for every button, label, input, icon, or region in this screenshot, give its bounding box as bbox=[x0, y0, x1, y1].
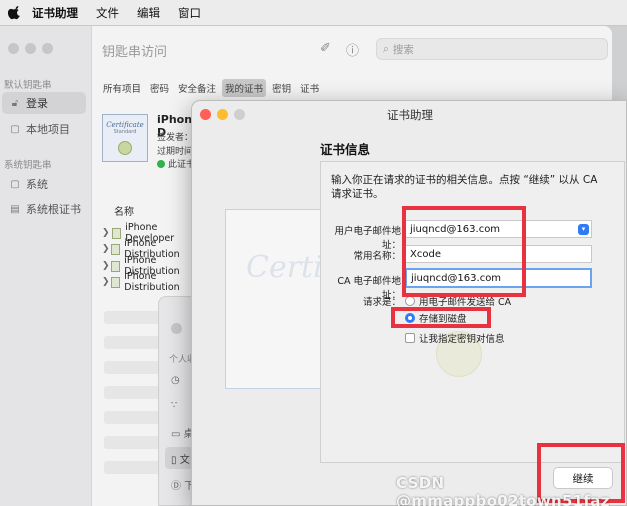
option-key-pair[interactable]: 让我指定密钥对信息 bbox=[405, 331, 505, 345]
sidebar-item-label: 本地项目 bbox=[26, 123, 70, 136]
sidebar-item-label: 登录 bbox=[26, 97, 48, 110]
sidebar-item-label: 系统根证书 bbox=[26, 203, 81, 216]
minimize-button[interactable] bbox=[25, 43, 36, 54]
close-button[interactable] bbox=[8, 43, 19, 54]
request-label: 请求是： bbox=[362, 297, 401, 308]
form-description: 输入你正在请求的证书的相关信息。点按 “继续” 以从 CA 请求证书。 bbox=[331, 174, 598, 200]
watermark-text: CSDN @mmappbo02town51faz bbox=[396, 474, 610, 506]
sidebar-section-default: 默认钥匙串 bbox=[4, 80, 52, 91]
finder-window-controls bbox=[171, 323, 182, 334]
apps-icon[interactable]: ∵ bbox=[171, 400, 177, 411]
certificate-icon bbox=[111, 260, 121, 272]
category-tabs: 所有项目 密码 安全备注 我的证书 密钥 证书 bbox=[100, 79, 322, 97]
seal-icon bbox=[118, 141, 132, 155]
sidebar-item-system-roots[interactable]: ▤ 系统根证书 bbox=[2, 198, 86, 220]
edit-icon[interactable]: ✐ bbox=[320, 41, 331, 56]
check-circle-icon bbox=[157, 159, 165, 168]
keychain-window-controls bbox=[8, 43, 53, 54]
clock-icon[interactable]: ◷ bbox=[171, 375, 180, 386]
menu-window[interactable]: 窗口 bbox=[178, 5, 201, 21]
building-icon: ▤ bbox=[10, 203, 20, 215]
certificate-icon bbox=[111, 227, 122, 239]
close-button[interactable] bbox=[171, 323, 182, 334]
tab-secure-notes[interactable]: 安全备注 bbox=[175, 79, 219, 97]
menu-bar: 证书助理 文件 编辑 窗口 bbox=[0, 0, 627, 26]
chevron-right-icon[interactable]: ❯ bbox=[102, 244, 111, 254]
sidebar-section-system: 系统钥匙串 bbox=[4, 160, 52, 171]
search-icon: ⌕ bbox=[383, 42, 389, 55]
zoom-button[interactable] bbox=[42, 43, 53, 54]
menu-app[interactable]: 证书助理 bbox=[32, 5, 78, 21]
tab-my-certificates[interactable]: 我的证书 bbox=[222, 79, 267, 97]
certificate-thumb-subtitle: Standard bbox=[113, 129, 137, 135]
finder-item-label: 文 bbox=[179, 455, 190, 466]
chevron-right-icon[interactable]: ❯ bbox=[102, 261, 111, 271]
certificate-thumb-title: Certificate bbox=[106, 121, 144, 129]
tab-all-items[interactable]: 所有项目 bbox=[100, 79, 144, 97]
section-heading: 证书信息 bbox=[320, 142, 371, 157]
lock-open-icon: 🔓︎ bbox=[11, 97, 19, 109]
search-field[interactable]: ⌕ 搜索 bbox=[376, 38, 608, 60]
email-label: 用户电子邮件地址： bbox=[334, 226, 401, 251]
certificate-icon bbox=[111, 276, 121, 288]
common-name-label: 常用名称： bbox=[353, 251, 401, 262]
highlight-box bbox=[391, 307, 491, 328]
lock-icon: ▢ bbox=[10, 123, 20, 135]
tab-passwords[interactable]: 密码 bbox=[147, 79, 172, 97]
certificate-icon bbox=[111, 243, 121, 255]
certificate-thumbnail: Certificate Standard bbox=[102, 114, 148, 162]
tab-certificates[interactable]: 证书 bbox=[297, 79, 322, 97]
keychain-sidebar: 默认钥匙串 🔓︎ 登录 ▢ 本地项目 系统钥匙串 ▢ 系统 ▤ 系统根证书 bbox=[0, 26, 92, 506]
lock-icon: ▢ bbox=[10, 178, 20, 190]
sidebar-item-label: 系统 bbox=[26, 178, 48, 191]
chevron-right-icon[interactable]: ❯ bbox=[102, 228, 112, 238]
column-header-name[interactable]: 名称 bbox=[114, 203, 134, 218]
chevron-right-icon[interactable]: ❯ bbox=[102, 277, 111, 287]
chevron-down-icon[interactable]: ▾ bbox=[578, 223, 589, 235]
menu-edit[interactable]: 编辑 bbox=[137, 5, 160, 21]
sidebar-item-login[interactable]: 🔓︎ 登录 bbox=[2, 92, 86, 114]
option-key-pair-label: 让我指定密钥对信息 bbox=[419, 334, 505, 345]
tab-keys[interactable]: 密钥 bbox=[269, 79, 294, 97]
assistant-title: 证书助理 bbox=[387, 108, 433, 122]
checkbox-key-pair[interactable] bbox=[405, 333, 415, 343]
highlight-box bbox=[402, 206, 526, 297]
search-placeholder: 搜索 bbox=[392, 43, 414, 56]
apple-icon[interactable] bbox=[8, 5, 22, 20]
sidebar-item-system[interactable]: ▢ 系统 bbox=[2, 173, 86, 195]
sidebar-item-local[interactable]: ▢ 本地项目 bbox=[2, 118, 86, 140]
window-title: 钥匙串访问 bbox=[102, 45, 168, 60]
radio-email-ca[interactable] bbox=[405, 296, 415, 306]
menu-file[interactable]: 文件 bbox=[96, 5, 119, 21]
info-icon[interactable]: ⓘ bbox=[346, 40, 359, 59]
